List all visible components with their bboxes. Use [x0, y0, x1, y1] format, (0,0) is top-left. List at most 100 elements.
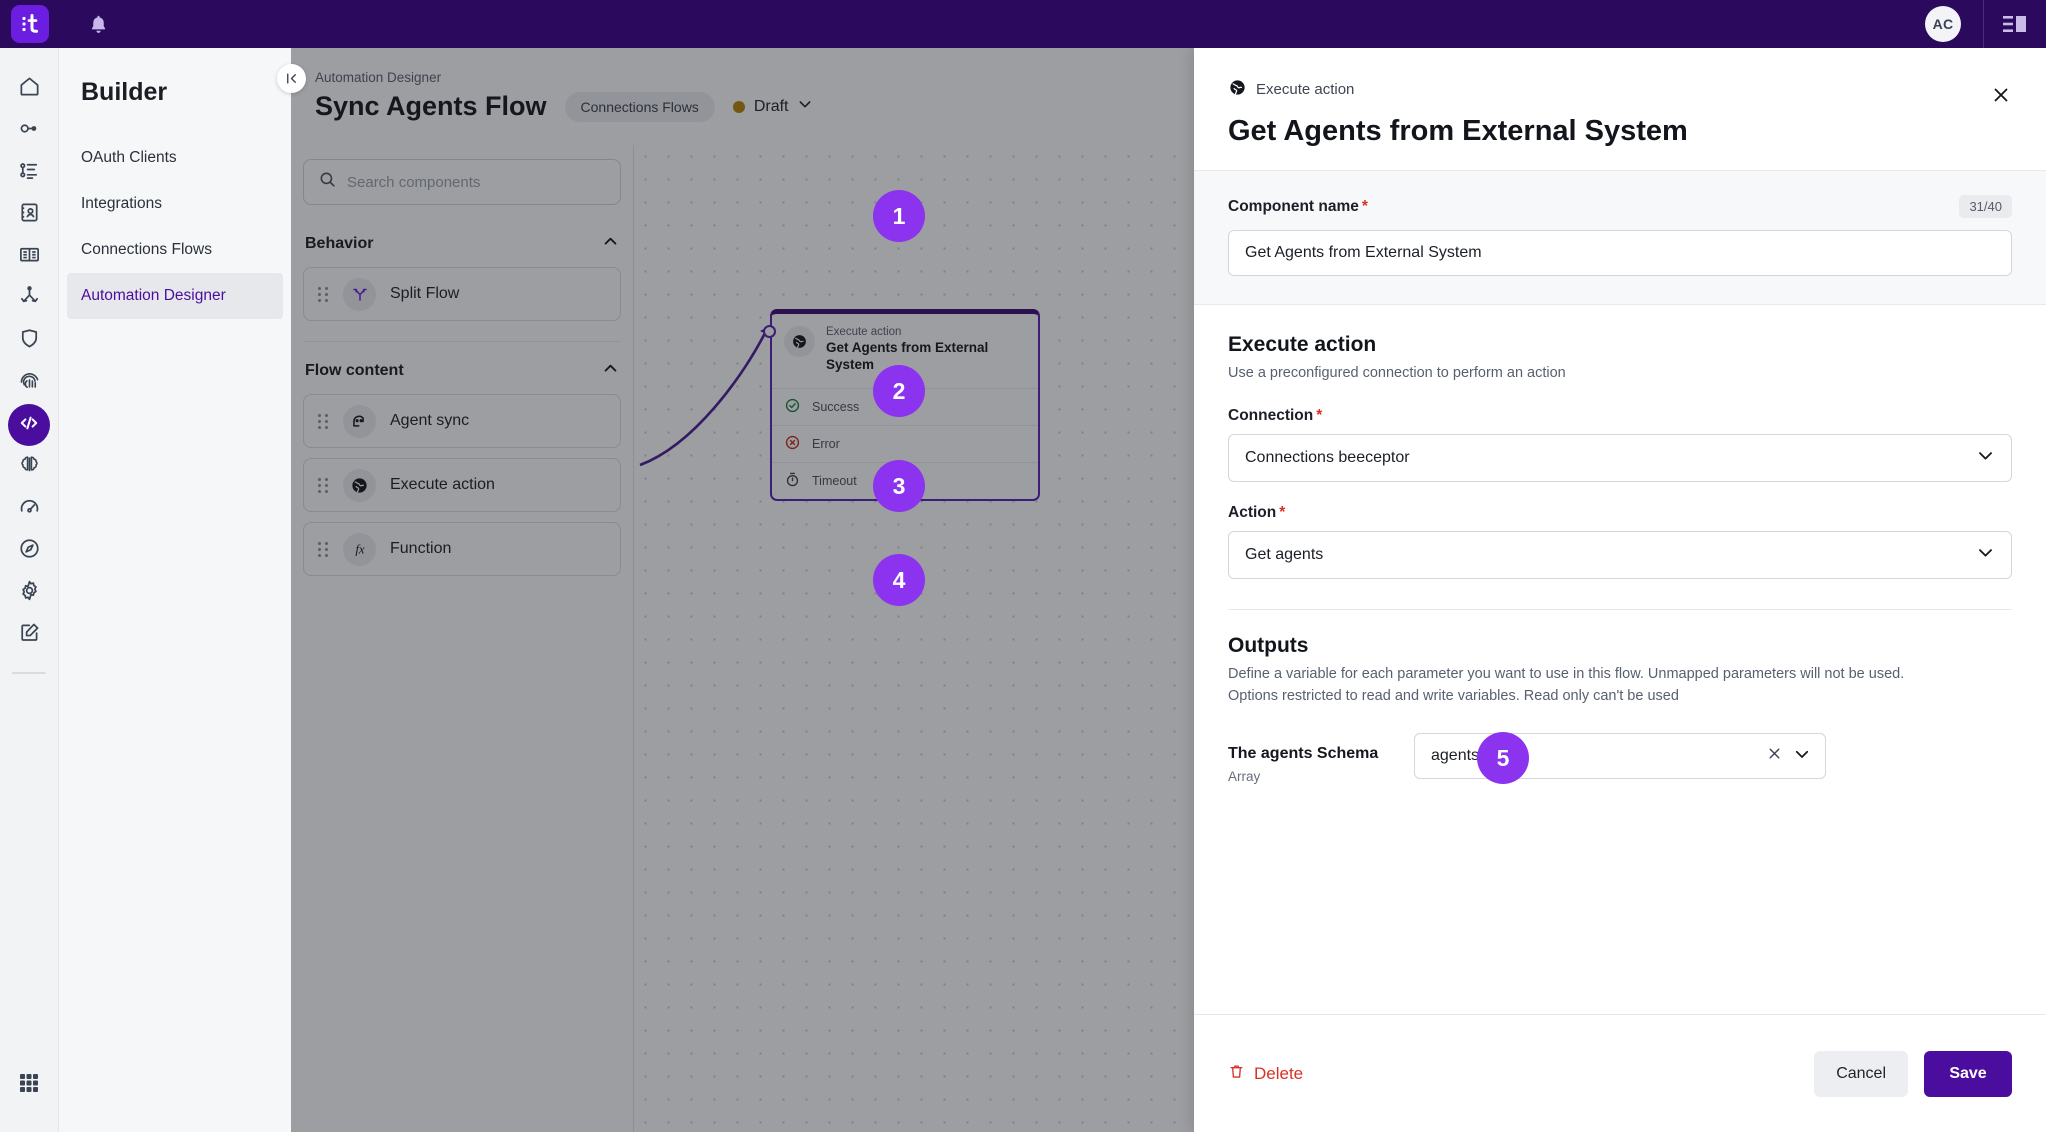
sidebar-item-automation-designer[interactable]: Automation Designer: [67, 273, 283, 319]
rail-item-routing[interactable]: [8, 278, 50, 320]
required-asterisk: *: [1279, 503, 1286, 521]
drag-handle-icon[interactable]: [318, 413, 329, 429]
step-badge-1: 1: [873, 190, 925, 242]
drag-handle-icon[interactable]: [318, 286, 329, 302]
section-divider: [1228, 608, 2012, 610]
apps-grid-icon[interactable]: [8, 1062, 50, 1104]
connection-label: Connection *: [1228, 406, 1323, 424]
outputs-section-description: Define a variable for each parameter you…: [1228, 665, 1905, 704]
drag-handle-icon[interactable]: [318, 477, 329, 493]
component-name-block: Component name * 31/40 Get Agents from Ex…: [1194, 170, 2046, 305]
component-label: Function: [390, 540, 452, 557]
chevron-up-icon: [602, 233, 619, 255]
section-divider: [303, 341, 621, 342]
rail-item-ai[interactable]: [8, 446, 50, 488]
component-card-agent-sync[interactable]: Agent sync: [303, 394, 621, 448]
sidebar-item-integrations[interactable]: Integrations: [59, 181, 291, 227]
top-bar: AC: [0, 0, 2046, 48]
page-title: Builder: [81, 78, 168, 106]
component-name-value: Get Agents from External System: [1245, 244, 1482, 261]
rail-item-editor[interactable]: [8, 614, 50, 656]
sidebar-item-label: Integrations: [81, 195, 162, 212]
sidebar-item-label: Automation Designer: [81, 287, 226, 304]
section-header-flow-content[interactable]: Flow content: [303, 360, 621, 394]
required-asterisk: *: [1316, 406, 1323, 424]
edit-square-icon: [18, 621, 41, 649]
sidebar-item-connections-flows[interactable]: Connections Flows: [59, 227, 291, 273]
node-title: Get Agents from External System: [826, 340, 989, 372]
component-label: Agent sync: [390, 412, 470, 429]
delete-button[interactable]: Delete: [1228, 1063, 1303, 1085]
component-card-execute-action[interactable]: Execute action: [303, 458, 621, 512]
chevron-down-icon: [1793, 745, 1811, 768]
bell-icon[interactable]: [81, 7, 115, 41]
rail-item-security[interactable]: [8, 320, 50, 362]
delete-label: Delete: [1254, 1063, 1304, 1083]
node-output-error[interactable]: Error: [772, 424, 1038, 462]
brain-icon: [18, 453, 41, 481]
status-badge[interactable]: Draft: [732, 96, 814, 117]
component-label: Execute action: [390, 476, 495, 493]
collapse-panel-icon[interactable]: [277, 64, 306, 93]
layout-panel-icon[interactable]: [1984, 0, 2046, 48]
flow-type-chip: Connections Flows: [564, 91, 715, 122]
rail-item-developer[interactable]: [8, 404, 50, 446]
rail-item-connections[interactable]: [8, 110, 50, 152]
search-placeholder: Search components: [347, 173, 481, 191]
node-output-label: Timeout: [812, 473, 857, 488]
drag-handle-icon[interactable]: [318, 541, 329, 557]
list-tree-icon: [18, 159, 41, 187]
avatar[interactable]: AC: [1925, 6, 1961, 42]
rail-item-tasks[interactable]: [8, 152, 50, 194]
action-value: Get agents: [1245, 545, 1324, 563]
rail-item-explore[interactable]: [8, 530, 50, 572]
close-icon[interactable]: [1984, 78, 2018, 112]
rail-item-performance[interactable]: [8, 488, 50, 530]
component-name-label: Component name *: [1228, 197, 1368, 215]
split-flow-icon: [343, 277, 376, 311]
book-open-icon: [18, 243, 41, 271]
components-panel: Search components Behavior Split Flow Fl…: [291, 145, 634, 1132]
connection-field: Connection * Connections beeceptor: [1228, 407, 2012, 482]
chevron-down-icon: [1976, 446, 1995, 470]
component-name-input[interactable]: Get Agents from External System: [1228, 230, 2012, 276]
node-output-label: Error: [812, 436, 840, 451]
contact-card-icon: [18, 201, 41, 229]
share-nodes-icon: [18, 285, 41, 313]
svg-text:fx: fx: [355, 543, 365, 557]
cancel-button[interactable]: Cancel: [1814, 1050, 1908, 1097]
node-input-port[interactable]: [763, 325, 776, 338]
component-card-split-flow[interactable]: Split Flow: [303, 267, 621, 321]
t-logo-icon[interactable]: [11, 5, 49, 43]
gear-icon: [18, 579, 41, 607]
character-counter: 31/40: [1959, 195, 2012, 218]
action-select[interactable]: Get agents: [1228, 530, 2012, 579]
save-button[interactable]: Save: [1924, 1050, 2012, 1097]
chevron-up-icon: [602, 360, 619, 382]
globe-icon: [343, 468, 376, 502]
output-variable-select[interactable]: agents: [1414, 733, 1826, 780]
section-header-behavior[interactable]: Behavior: [303, 233, 621, 267]
globe-icon: [1228, 78, 1247, 101]
component-card-function[interactable]: fx Function: [303, 522, 621, 576]
close-icon[interactable]: [1766, 745, 1783, 767]
search-input[interactable]: Search components: [303, 159, 621, 205]
rail-item-library[interactable]: [8, 236, 50, 278]
component-label: Split Flow: [390, 285, 460, 302]
output-variable-value: agents: [1431, 747, 1480, 765]
rail-item-settings[interactable]: [8, 572, 50, 614]
output-row: The agents Schema Array agents: [1228, 733, 2012, 784]
outputs-section-title: Outputs: [1228, 633, 1309, 657]
drawer-kicker-label: Execute action: [1256, 81, 1355, 98]
check-circle-icon: [784, 397, 801, 417]
connection-value: Connections beeceptor: [1245, 448, 1410, 466]
shield-icon: [18, 327, 41, 355]
sidebar-item-oauth-clients[interactable]: OAuth Clients: [59, 135, 291, 181]
action-label: Action *: [1228, 503, 1286, 521]
status-label: Draft: [753, 97, 789, 115]
execute-action-section-title: Execute action: [1228, 333, 1377, 356]
connection-select[interactable]: Connections beeceptor: [1228, 433, 2012, 482]
rail-item-home[interactable]: [8, 68, 50, 110]
rail-item-contacts[interactable]: [8, 194, 50, 236]
rail-item-identity[interactable]: [8, 362, 50, 404]
